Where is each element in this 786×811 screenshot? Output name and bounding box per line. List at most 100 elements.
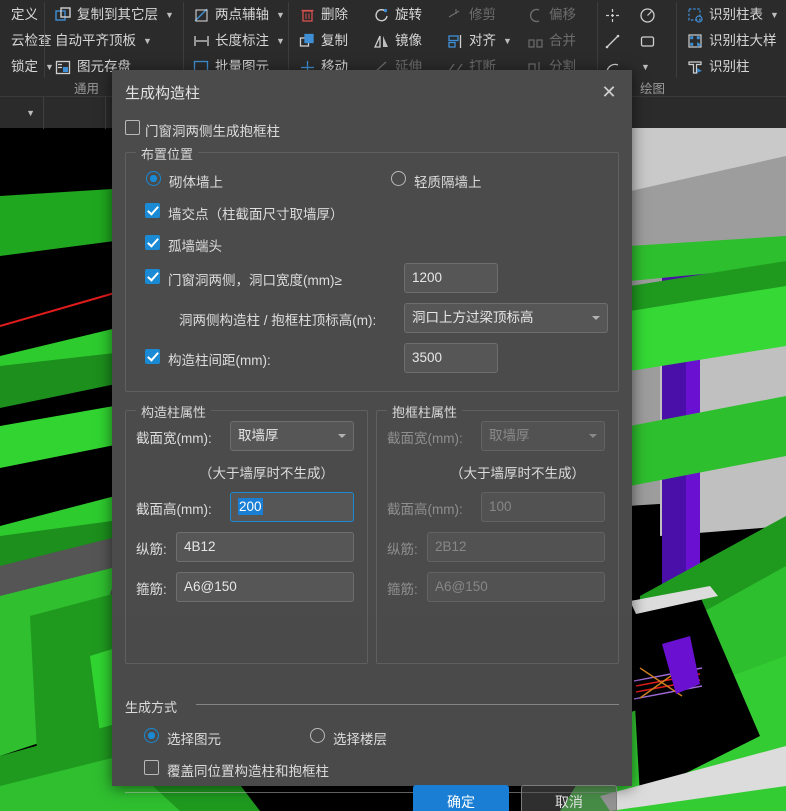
bk-longitudinal-rebar-input[interactable]: 2B12 <box>427 532 605 562</box>
checkbox-isolated-wall-end[interactable] <box>145 235 160 250</box>
length-dim-icon <box>193 33 210 50</box>
radio-on-light-partition-wall-label: 轻质隔墙上 <box>414 175 482 190</box>
bk-longitudinal-rebar-label: 纵筋: <box>387 542 418 557</box>
radio-select-element[interactable] <box>144 728 159 743</box>
checkbox-isolated-wall-end-label: 孤墙端头 <box>168 239 222 254</box>
ribbon-separator <box>676 2 677 78</box>
chevron-down-icon <box>338 434 346 438</box>
chevron-down-icon[interactable]: ▼ <box>503 36 512 46</box>
lock-icon <box>0 59 6 76</box>
subbar-cell-1[interactable] <box>44 97 106 129</box>
checkbox-wall-intersection[interactable] <box>145 203 160 218</box>
bk-section-width-label: 截面宽(mm): <box>387 431 463 446</box>
checkbox-both-sides-of-opening[interactable] <box>145 269 160 284</box>
chevron-down-icon[interactable]: ▼ <box>276 10 285 20</box>
delete-icon <box>299 7 316 24</box>
top-elevation-combobox[interactable]: 洞口上方过梁顶标高 <box>404 303 608 333</box>
point-icon[interactable] <box>604 7 621 24</box>
ribbon-item-recognize-column[interactable]: 识别柱 <box>684 54 782 80</box>
ribbon-item-recognize-column-table[interactable]: 识别柱表 ▼ <box>684 2 782 28</box>
radio-select-floor[interactable] <box>310 728 325 743</box>
gz-longitudinal-rebar-input[interactable]: 4B12 <box>176 532 354 562</box>
ribbon-item-length-dimension[interactable]: 长度标注 ▼ <box>190 28 288 54</box>
ribbon-separator <box>288 2 289 78</box>
dialog-title-bar[interactable]: 生成构造柱 ✕ <box>112 70 632 114</box>
line-icon[interactable] <box>604 33 621 50</box>
ribbon-item-delete[interactable]: 删除 <box>296 2 351 28</box>
checkbox-generate-frame-columns-at-openings[interactable] <box>125 120 140 135</box>
subbar-cell-2[interactable] <box>636 97 650 129</box>
chevron-down-icon[interactable]: ▼ <box>143 36 152 46</box>
ribbon-group-title-draw: 绘图 <box>640 82 666 96</box>
two-point-axis-icon <box>193 7 210 24</box>
ribbon-item-label: 偏移 <box>549 7 576 23</box>
ribbon-item-two-point-axis[interactable]: 两点辅轴 ▼ <box>190 2 288 28</box>
ribbon-item-lock[interactable]: 锁定 ▼ <box>0 54 57 80</box>
radio-select-element-label: 选择图元 <box>167 732 221 747</box>
ribbon-item-label: 定义 <box>11 7 38 23</box>
chevron-down-icon <box>589 434 597 438</box>
top-elevation-value: 洞口上方过梁顶标高 <box>412 310 534 325</box>
ribbon-item-auto-align-slab[interactable]: 自动平齐顶板 ▼ <box>52 28 177 54</box>
ribbon-item-label: 两点辅轴 <box>215 7 269 23</box>
placement-group-legend: 布置位置 <box>136 144 199 163</box>
checkbox-overwrite-existing-columns[interactable] <box>144 760 159 775</box>
chevron-down-icon[interactable]: ▼ <box>770 10 779 20</box>
placement-group: 布置位置 砌体墙上 轻质隔墙上 墙交点（柱截面尺寸取墙厚） 孤墙端头 门窗洞两侧… <box>125 144 619 392</box>
ribbon-item-define[interactable]: 定义 <box>0 2 57 28</box>
ribbon-item-label: 长度标注 <box>215 33 269 49</box>
ribbon-item-merge[interactable]: 合并 <box>524 28 579 54</box>
ribbon-item-trim[interactable]: 修剪 <box>444 2 515 28</box>
ribbon-column-3: 删除 复制 移动 <box>296 2 351 80</box>
subbar-cell-3[interactable] <box>650 97 786 129</box>
recognize-column-icon <box>687 59 704 76</box>
rect-icon[interactable] <box>639 33 656 50</box>
ribbon-item-offset[interactable]: 偏移 <box>524 2 579 28</box>
radio-on-masonry-wall-label: 砌体墙上 <box>169 175 223 190</box>
ribbon-item-copy-to-other-floor[interactable]: 复制到其它层 ▼ <box>52 2 177 28</box>
recognize-column-table-icon <box>687 7 704 24</box>
gz-section-width-combobox[interactable]: 取墙厚 <box>230 421 354 451</box>
radio-on-light-partition-wall[interactable] <box>391 171 406 186</box>
ribbon-item-mirror[interactable]: 镜像 <box>370 28 425 54</box>
ribbon-item-label: 锁定 <box>11 59 38 75</box>
gz-section-height-value: 200 <box>238 498 263 515</box>
ribbon-item-label: 删除 <box>321 7 348 23</box>
cancel-button[interactable]: 取消 <box>521 785 617 811</box>
ribbon-separator <box>183 2 184 78</box>
bk-section-height-input[interactable]: 100 <box>481 492 605 522</box>
chevron-down-icon[interactable]: ▼ <box>165 10 174 20</box>
ribbon-item-rotate[interactable]: 旋转 <box>370 2 425 28</box>
mirror-icon <box>373 33 390 50</box>
chevron-down-icon[interactable]: ▼ <box>276 36 285 46</box>
ribbon-separator <box>597 2 598 78</box>
ribbon-item-label: 识别柱表 <box>709 7 763 23</box>
ribbon-item-align[interactable]: 对齐 ▼ <box>444 28 515 54</box>
gz-stirrup-input[interactable]: A6@150 <box>176 572 354 602</box>
constructional-column-props-legend: 构造柱属性 <box>136 402 212 421</box>
arc-gauge-icon[interactable] <box>639 7 656 24</box>
checkbox-column-spacing[interactable] <box>145 349 160 364</box>
ok-button[interactable]: 确定 <box>413 785 509 811</box>
close-icon[interactable]: ✕ <box>594 78 624 106</box>
radio-on-masonry-wall[interactable] <box>146 171 161 186</box>
ribbon-item-cloud-check[interactable]: 云检查 <box>0 28 57 54</box>
ribbon-item-label: 复制 <box>321 33 348 49</box>
ribbon-item-label: 自动平齐顶板 <box>55 33 136 49</box>
ribbon-item-recognize-column-detail[interactable]: 识别柱大样 <box>684 28 782 54</box>
subbar-cell-0[interactable]: ▼ <box>0 97 44 129</box>
frame-column-props-legend: 抱框柱属性 <box>387 402 463 421</box>
bk-stirrup-label: 箍筋: <box>387 582 418 597</box>
chevron-down-icon[interactable]: ▼ <box>641 62 650 72</box>
ribbon-item-label: 修剪 <box>469 7 496 23</box>
column-spacing-input[interactable]: 3500 <box>404 343 498 373</box>
ribbon-item-label: 旋转 <box>395 7 422 23</box>
generate-constructional-column-dialog: 生成构造柱 ✕ 门窗洞两侧生成抱框柱 布置位置 砌体墙上 轻质隔墙上 墙交点（柱… <box>112 70 632 811</box>
opening-width-input[interactable]: 1200 <box>404 263 498 293</box>
gz-section-height-input[interactable]: 200 <box>230 492 354 522</box>
ribbon-item-copy[interactable]: 复制 <box>296 28 351 54</box>
bk-stirrup-input[interactable]: A6@150 <box>427 572 605 602</box>
bk-section-width-combobox[interactable]: 取墙厚 <box>481 421 605 451</box>
chevron-down-icon[interactable]: ▼ <box>26 108 35 118</box>
bk-width-note: （大于墙厚时不生成） <box>450 466 585 481</box>
